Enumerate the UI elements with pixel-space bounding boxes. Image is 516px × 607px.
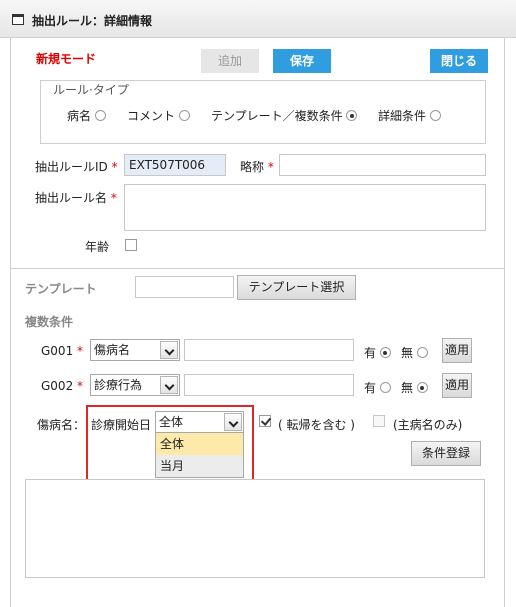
section-divider <box>10 268 505 269</box>
include-transfer-label: ( 転帰を含む ) <box>278 418 355 432</box>
rule-type-option-label: 詳細条件 <box>378 109 427 123</box>
rule-name-label: 抽出ルール名 * <box>35 189 117 206</box>
template-label: テンプレート <box>25 282 97 296</box>
rule-id-label-text: 抽出ルールID <box>35 160 108 174</box>
mode-label: 新規モード <box>36 52 97 66</box>
highlight-box <box>86 405 254 490</box>
radio-comment[interactable] <box>178 110 190 121</box>
condition-value-field[interactable] <box>184 374 354 396</box>
condition-value-field[interactable] <box>184 339 354 361</box>
select-value: 傷病名 <box>94 343 131 357</box>
register-condition-button[interactable]: 条件登録 <box>411 441 481 466</box>
window-icon <box>12 14 24 25</box>
rule-type-option-label: 病名 <box>67 109 92 123</box>
short-name-field[interactable] <box>279 154 486 176</box>
rule-type-legend: ルール·タイプ <box>50 81 132 98</box>
age-checkbox[interactable] <box>125 239 137 251</box>
required-mark: * <box>267 160 274 174</box>
radio-no[interactable] <box>416 347 428 358</box>
chevron-down-icon <box>160 376 178 394</box>
required-mark: * <box>77 344 84 358</box>
add-button[interactable]: 追加 <box>201 49 259 73</box>
rule-type-option-detail[interactable]: 詳細条件 <box>378 107 441 124</box>
condition-row-id: G002 * <box>41 379 83 393</box>
template-select-button[interactable]: テンプレート選択 <box>237 275 356 300</box>
disease-label: 傷病名： <box>37 418 86 432</box>
required-mark: * <box>77 379 84 393</box>
rule-name-field[interactable] <box>124 184 486 231</box>
chevron-down-icon <box>160 341 178 359</box>
yes-label: 有 <box>364 346 377 360</box>
radio-no[interactable] <box>416 382 428 393</box>
save-button[interactable]: 保存 <box>273 49 331 73</box>
rule-type-option-template[interactable]: テンプレート／複数条件 <box>211 107 358 124</box>
radio-yes[interactable] <box>379 347 391 358</box>
condition-id-text: G001 <box>41 344 74 358</box>
rule-type-option-label: コメント <box>127 109 176 123</box>
select-value: 診療行為 <box>94 378 143 392</box>
window-title: 抽出ルール：詳細情報 <box>32 14 153 28</box>
rule-type-option-label: テンプレート／複数条件 <box>211 109 343 123</box>
required-mark: * <box>111 160 118 174</box>
condition-textarea[interactable] <box>25 479 485 578</box>
required-mark: * <box>110 191 117 205</box>
template-field[interactable] <box>135 276 234 298</box>
include-transfer-checkbox[interactable] <box>259 415 271 427</box>
close-button[interactable]: 閉じる <box>430 49 488 73</box>
main-disease-only-checkbox[interactable] <box>373 415 385 427</box>
no-label: 無 <box>401 346 414 360</box>
rule-id-field[interactable]: EXT507T006 <box>124 154 226 176</box>
condition-row-id: G001 * <box>41 344 83 358</box>
radio-yes[interactable] <box>379 382 391 393</box>
main-disease-only-label: (主病名のみ) <box>393 418 463 432</box>
age-label: 年齢 <box>85 240 110 254</box>
condition-yes-option[interactable]: 有 <box>364 344 391 361</box>
condition-id-text: G002 <box>41 379 74 393</box>
multi-condition-label: 複数条件 <box>25 315 74 329</box>
radio-disease[interactable] <box>94 110 106 121</box>
condition-no-option[interactable]: 無 <box>401 344 428 361</box>
rule-type-option-disease[interactable]: 病名 <box>67 107 106 124</box>
radio-detail[interactable] <box>429 110 441 121</box>
apply-button[interactable]: 適用 <box>442 338 472 363</box>
condition-no-option[interactable]: 無 <box>401 379 428 396</box>
radio-template[interactable] <box>346 110 358 121</box>
short-name-label: 略称 * <box>240 158 274 175</box>
apply-button[interactable]: 適用 <box>442 373 472 398</box>
condition-type-select[interactable]: 傷病名 <box>90 339 180 361</box>
rule-type-option-comment[interactable]: コメント <box>127 107 190 124</box>
short-name-label-text: 略称 <box>240 160 265 174</box>
condition-yes-option[interactable]: 有 <box>364 379 391 396</box>
condition-type-select[interactable]: 診療行為 <box>90 374 180 396</box>
window-titlebar: 抽出ルール：詳細情報 <box>0 0 516 38</box>
yes-label: 有 <box>364 381 377 395</box>
no-label: 無 <box>401 381 414 395</box>
rule-name-label-text: 抽出ルール名 <box>35 191 108 205</box>
rule-id-label: 抽出ルールID * <box>35 158 118 175</box>
